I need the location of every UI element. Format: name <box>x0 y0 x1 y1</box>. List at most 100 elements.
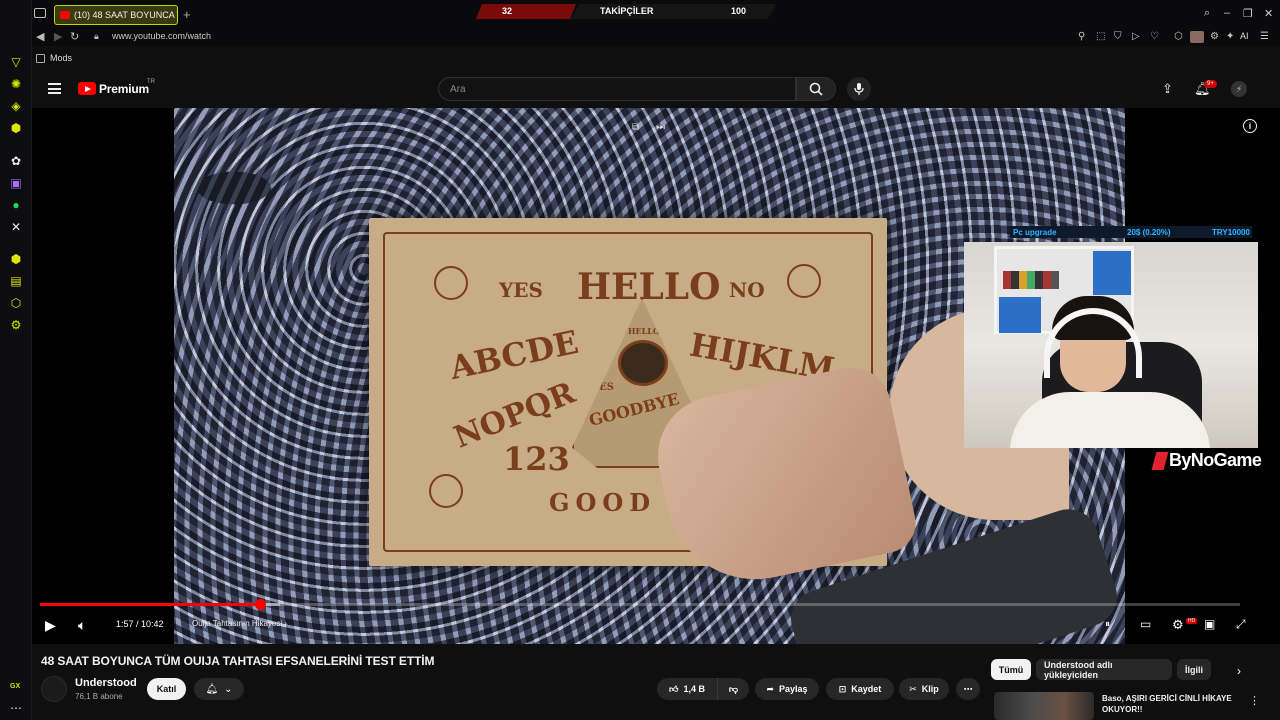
chip-all[interactable]: Tümü <box>991 659 1031 680</box>
save-button[interactable]: ⊡ Kaydet <box>826 678 894 700</box>
play-icon[interactable]: ▶ <box>45 617 56 634</box>
progress-bar[interactable] <box>40 599 1240 610</box>
search-input[interactable] <box>439 78 795 100</box>
gx-mods-icon[interactable]: ⬢ <box>8 120 24 136</box>
pin-icon[interactable]: ⚲ <box>1078 31 1085 42</box>
board-no: NO <box>729 278 765 302</box>
miniplayer-icon[interactable]: ⧉ <box>632 122 639 133</box>
search-icon[interactable]: ⌕ <box>1204 7 1210 20</box>
channel-avatar[interactable] <box>41 676 67 702</box>
channel-name[interactable]: Understood <box>75 677 137 689</box>
profile-avatar-icon[interactable] <box>1190 31 1204 43</box>
voice-search-button[interactable] <box>847 77 871 101</box>
sun-icon <box>434 266 468 300</box>
books <box>1003 271 1059 289</box>
hamburger-menu-icon[interactable] <box>48 83 61 94</box>
theater-mode-icon[interactable]: ▣ <box>1204 617 1215 631</box>
chip-uploader[interactable]: Understood adlı yükleyiciden <box>1036 659 1172 680</box>
gx-game-icon[interactable]: ⬢ <box>8 251 24 267</box>
dislike-button[interactable]: 👎︎ <box>717 678 749 700</box>
youtube-header: Premium TR ⇪ 🔔︎ 9+ ⚡ <box>32 70 1280 108</box>
gx-settings-icon[interactable]: ⚙ <box>8 317 24 333</box>
minimize-icon[interactable]: – <box>1224 7 1230 19</box>
upgrade-goal: TRY10000 <box>1212 227 1250 237</box>
sun-moon-icon <box>429 474 463 508</box>
gx-corner-icon[interactable]: ▽ <box>8 54 24 70</box>
restore-icon[interactable]: ❐ <box>1243 7 1253 20</box>
thumbs-down-icon: 👎︎ <box>728 683 739 694</box>
recommendation-thumbnail[interactable] <box>994 692 1094 720</box>
like-button[interactable]: 👍︎ 1,4 B <box>657 678 717 700</box>
lock-icon: 🔒︎ <box>94 31 99 41</box>
reload-icon[interactable]: ↻ <box>70 30 79 43</box>
join-button[interactable]: Katıl <box>147 678 186 700</box>
bookmark-icon: ⊡ <box>838 683 847 694</box>
tab-youtube[interactable]: (10) 48 SAAT BOYUNCA T... <box>54 5 178 25</box>
more-vertical-icon[interactable]: ⋮ <box>1249 694 1260 707</box>
chevron-right-icon[interactable]: › <box>1237 664 1241 678</box>
search-button[interactable] <box>796 77 836 101</box>
forward-icon[interactable]: ▶ <box>54 30 62 43</box>
follower-label: TAKİPÇİLER <box>600 6 654 16</box>
youtube-logo-icon[interactable] <box>78 82 96 95</box>
gx-panel-icon[interactable]: ▤ <box>8 273 24 289</box>
follower-current: 32 <box>502 6 513 16</box>
chatgpt-icon[interactable]: ✿ <box>8 153 24 169</box>
info-icon[interactable]: i <box>1243 119 1257 133</box>
upload-icon[interactable]: ⇪ <box>1162 81 1173 97</box>
notifications-badge: 9+ <box>1204 80 1217 88</box>
cube-icon[interactable]: ⬡ <box>1174 31 1183 42</box>
clip-button[interactable]: ✂ Klip <box>899 678 949 700</box>
ai-label[interactable]: AI <box>1240 31 1249 41</box>
thumbs-up-icon: 👍︎ <box>669 683 679 694</box>
video-title: 48 SAAT BOYUNCA TÜM OUIJA TAHTASI EFSANE… <box>41 654 435 668</box>
country-code: TR <box>147 79 155 85</box>
chip-related[interactable]: İlgili <box>1177 659 1211 680</box>
subtitles-icon[interactable]: ▭ <box>1140 617 1151 631</box>
new-tab-button[interactable]: + <box>183 7 191 22</box>
share-icon: ➦ <box>766 683 774 694</box>
subscriber-count: 76,1 B abone <box>75 692 123 701</box>
search-icon <box>809 82 823 96</box>
url-field[interactable]: www.youtube.com/watch <box>112 31 211 41</box>
follower-goal-bar: 32 TAKİPÇİLER 100 <box>476 4 776 19</box>
more-icon[interactable]: ⋯ <box>8 700 24 716</box>
whatsapp-icon[interactable]: ● <box>8 197 24 213</box>
clip-label: Klip <box>921 684 939 694</box>
next-icon[interactable]: ⏭ <box>656 122 665 133</box>
shield-icon[interactable]: ⛉ <box>1114 31 1122 42</box>
autoplay-toggle-icon[interactable]: ⏸ <box>1105 619 1110 630</box>
back-icon[interactable]: ◀ <box>36 30 44 43</box>
progress-scrubber[interactable] <box>254 599 266 610</box>
tab-switcher-icon[interactable] <box>34 8 46 18</box>
board-numbers: 123 <box>503 440 570 478</box>
chapter-title[interactable]: Ouija Tahtasının Hikayesi › <box>192 619 287 628</box>
gx-cleaner-icon[interactable]: ◈ <box>8 98 24 114</box>
settings-icon[interactable]: ⚙ <box>1172 617 1184 633</box>
webcam-feed <box>964 242 1258 448</box>
gx-cube-icon[interactable]: ⬡ <box>8 295 24 311</box>
gx-control-icon[interactable]: ✺ <box>8 76 24 92</box>
more-actions-button[interactable]: ⋯ <box>956 678 980 700</box>
volume-icon[interactable]: 🔈︎ <box>78 617 86 634</box>
player-icon[interactable]: ▷ <box>1132 31 1140 42</box>
account-avatar[interactable]: ⚡ <box>1231 81 1247 97</box>
fullscreen-icon[interactable]: ⤢ <box>1236 617 1246 632</box>
recommendation-title[interactable]: Baso, AŞIRI GERİCİ CİNLİ HİKAYE OKUYOR!! <box>1102 693 1242 715</box>
snapshot-icon[interactable]: ⬚ <box>1096 31 1105 42</box>
search-box <box>438 77 796 101</box>
video-player[interactable]: YES HELLO NO ABCDE HIJKLM NOPQR 123 GOOD… <box>32 108 1280 644</box>
vpn-icon[interactable]: ⚙ <box>1210 31 1219 42</box>
share-button[interactable]: ➦ Paylaş <box>755 678 819 700</box>
youtube-brand[interactable]: Premium <box>99 82 149 96</box>
board-yes: YES <box>499 278 543 302</box>
board-hello: HELLO <box>577 266 721 308</box>
bookmark-mods[interactable]: Mods <box>50 53 72 63</box>
twitch-icon[interactable]: ▣ <box>8 175 24 191</box>
close-icon[interactable]: ✕ <box>1264 7 1273 20</box>
menu-icon[interactable]: ☰ <box>1260 31 1269 42</box>
aria-icon[interactable]: ✦ <box>1226 31 1234 42</box>
subscription-bell-button[interactable]: 🔔︎ ⌄ <box>194 678 244 700</box>
heart-icon[interactable]: ♡ <box>1150 31 1159 42</box>
x-icon[interactable]: ✕ <box>8 219 24 235</box>
